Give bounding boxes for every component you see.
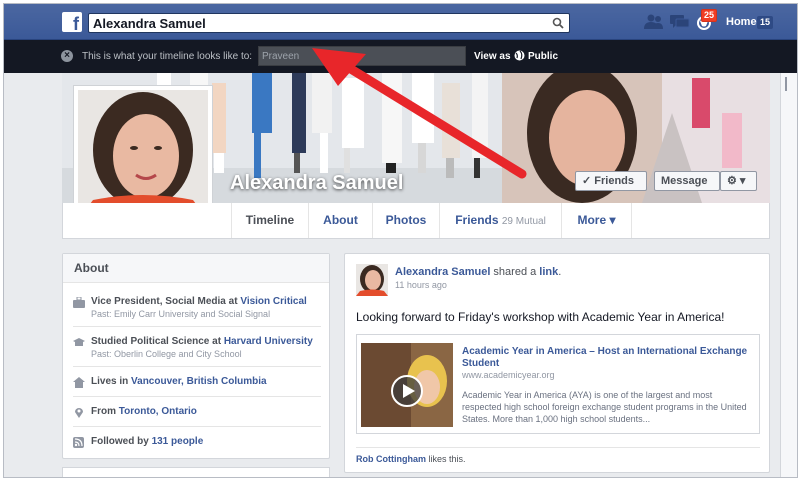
link-thumbnail[interactable] bbox=[361, 343, 453, 427]
divider bbox=[73, 396, 321, 397]
top-nav-bar: f 25 Home 15 bbox=[4, 4, 797, 40]
education-text: Studied Political Science at Harvard Uni… bbox=[91, 336, 313, 347]
red-annotation-arrow bbox=[312, 48, 527, 179]
tab-more[interactable]: More ▾ bbox=[562, 203, 632, 238]
divider bbox=[356, 447, 760, 448]
view-as-message: This is what your timeline looks like to… bbox=[82, 51, 253, 62]
profile-photo bbox=[78, 90, 208, 220]
search-box[interactable] bbox=[88, 13, 570, 33]
timeline-years-nav[interactable] bbox=[780, 73, 797, 477]
friends-button[interactable]: ✓ Friends bbox=[575, 171, 647, 191]
about-card: About Vice President, Social Media at Vi… bbox=[62, 253, 330, 459]
education-school-link[interactable]: Harvard University bbox=[224, 336, 313, 347]
home-link[interactable]: Home bbox=[726, 16, 757, 28]
divider bbox=[73, 426, 321, 427]
about-header[interactable]: About bbox=[63, 254, 329, 283]
post-timestamp[interactable]: 11 hours ago bbox=[395, 280, 447, 290]
lives-place-link[interactable]: Vancouver, British Columbia bbox=[131, 376, 267, 387]
post-after: . bbox=[558, 266, 562, 278]
briefcase-icon bbox=[73, 297, 85, 308]
app-window: f 25 Home 15 × This is what your timelin… bbox=[4, 4, 797, 477]
tab-about[interactable]: About bbox=[309, 203, 373, 238]
search-icon[interactable] bbox=[552, 17, 564, 29]
likes-line: Rob Cottingham likes this. bbox=[356, 454, 466, 464]
rss-icon bbox=[73, 437, 84, 448]
notifications-badge: 25 bbox=[701, 9, 718, 22]
from-place-link[interactable]: Toronto, Ontario bbox=[119, 406, 197, 417]
work-text: Vice President, Social Media at Vision C… bbox=[91, 296, 307, 307]
post-author-link[interactable]: Alexandra Samuel bbox=[395, 266, 490, 278]
work-company-link[interactable]: Vision Critical bbox=[240, 296, 307, 307]
facebook-logo[interactable]: f bbox=[62, 12, 82, 32]
education-past: Past: Oberlin College and City School bbox=[91, 349, 242, 359]
divider bbox=[73, 366, 321, 367]
post-action: shared a bbox=[490, 266, 540, 278]
tab-friends[interactable]: Friends 29 Mutual bbox=[440, 203, 562, 238]
work-title: Vice President, Social Media at bbox=[91, 296, 241, 307]
lives-prefix: Lives in bbox=[91, 376, 132, 387]
home-count-badge: 15 bbox=[757, 16, 774, 29]
from-text: From Toronto, Ontario bbox=[91, 406, 197, 417]
messages-icon[interactable] bbox=[670, 14, 690, 30]
settings-dropdown-button[interactable]: ⚙ ▾ bbox=[720, 171, 757, 191]
liker-link[interactable]: Rob Cottingham bbox=[356, 454, 426, 464]
link-title[interactable]: Academic Year in America – Host an Inter… bbox=[462, 346, 752, 370]
post-object-link[interactable]: link bbox=[539, 266, 558, 278]
likes-suffix: likes this. bbox=[426, 454, 466, 464]
friend-requests-icon[interactable] bbox=[644, 14, 664, 30]
close-view-as-icon[interactable]: × bbox=[61, 50, 73, 62]
post-header: Alexandra Samuel shared a link. bbox=[395, 266, 561, 278]
link-domain: www.academicyear.org bbox=[462, 370, 555, 380]
message-button[interactable]: Message bbox=[654, 171, 720, 191]
link-description: Academic Year in America (AYA) is one of… bbox=[462, 390, 747, 424]
next-card bbox=[62, 467, 330, 477]
mutual-friends-count: 29 Mutual bbox=[501, 216, 546, 227]
tab-timeline[interactable]: Timeline bbox=[231, 203, 309, 238]
work-past: Past: Emily Carr University and Social S… bbox=[91, 309, 271, 319]
tab-photos[interactable]: Photos bbox=[373, 203, 440, 238]
followers-link[interactable]: 131 people bbox=[152, 436, 204, 447]
lives-text: Lives in Vancouver, British Columbia bbox=[91, 376, 267, 387]
location-pin-icon bbox=[75, 408, 83, 418]
link-preview[interactable]: Academic Year in America – Host an Inter… bbox=[356, 334, 760, 434]
search-input[interactable] bbox=[93, 15, 543, 31]
timeline-post: Alexandra Samuel shared a link. 11 hours… bbox=[344, 253, 770, 473]
profile-tab-bar: Timeline About Photos Friends 29 Mutual … bbox=[62, 203, 770, 239]
followers-text: Followed by 131 people bbox=[91, 436, 203, 447]
post-author-avatar[interactable] bbox=[356, 264, 388, 296]
education-icon bbox=[73, 338, 85, 346]
post-text: Looking forward to Friday's workshop wit… bbox=[356, 310, 725, 324]
divider bbox=[73, 326, 321, 327]
tab-friends-label: Friends bbox=[455, 213, 499, 227]
education-title: Studied Political Science at bbox=[91, 336, 224, 347]
home-icon bbox=[73, 377, 85, 388]
from-prefix: From bbox=[91, 406, 119, 417]
followed-prefix: Followed by bbox=[91, 436, 152, 447]
scroll-marker bbox=[785, 77, 787, 91]
